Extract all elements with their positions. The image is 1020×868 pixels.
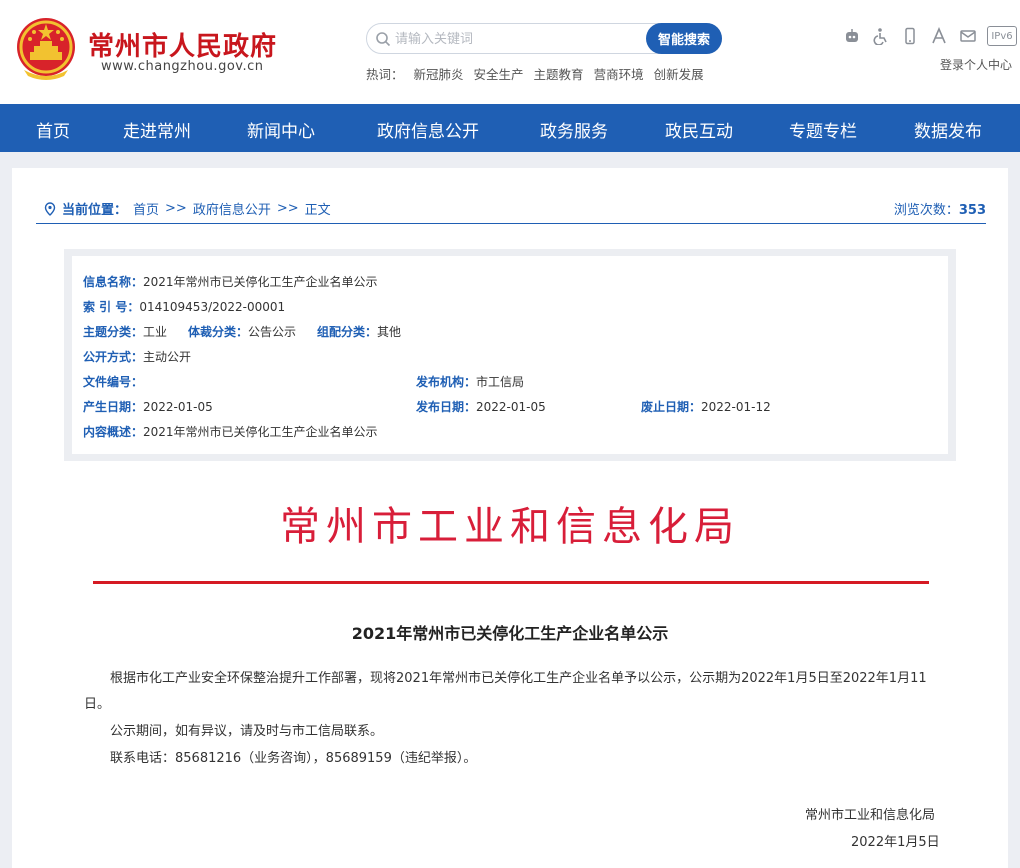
meta-value: 2021年常州市已关停化工生产企业名单公示: [143, 275, 378, 289]
meta-value: 其他: [377, 325, 402, 339]
site-name[interactable]: 常州市人民政府: [88, 26, 277, 63]
meta-label: 产生日期：: [83, 400, 144, 414]
meta-value: 2022-01-05: [476, 400, 546, 414]
meta-label: 体裁分类：: [188, 325, 249, 339]
nav-item-gov-info[interactable]: 政府信息公开: [377, 117, 479, 142]
document-signer: 常州市工业和信息化局: [805, 808, 936, 823]
breadcrumb-separator: >>: [165, 201, 187, 216]
breadcrumb-item-gov-info[interactable]: 政府信息公开: [193, 199, 271, 218]
meta-open-mode: 公开方式：主动公开: [83, 348, 191, 365]
breadcrumb-item-current[interactable]: 正文: [305, 199, 331, 218]
meta-doc-number: 文件编号：: [83, 373, 143, 390]
hot-keywords-label: 热词：: [366, 67, 404, 82]
nav-item-interaction[interactable]: 政民互动: [665, 117, 733, 142]
font-size-icon[interactable]: [929, 26, 949, 46]
meta-value: 2021年常州市已关停化工生产企业名单公示: [143, 425, 378, 439]
header-tools: IPv6: [842, 26, 1017, 46]
meta-label: 文件编号：: [83, 375, 144, 389]
breadcrumb: 当前位置： 首页 >> 政府信息公开 >> 正文: [44, 199, 331, 218]
hot-keyword[interactable]: 创新发展: [654, 64, 704, 83]
accessibility-icon[interactable]: [871, 26, 891, 46]
meta-label: 公开方式：: [83, 350, 144, 364]
national-emblem-icon: [17, 18, 75, 80]
nav-item-home[interactable]: 首页: [36, 117, 70, 142]
masthead-divider: [93, 581, 929, 584]
meta-index-number: 索 引 号：014109453/2022-00001: [83, 298, 285, 315]
meta-value: 市工信局: [476, 375, 525, 389]
meta-value: 工业: [143, 325, 168, 339]
document-paragraph: 根据市化工产业安全环保整治提升工作部署，现将2021年常州市已关停化工生产企业名…: [84, 671, 927, 712]
meta-summary: 内容概述：2021年常州市已关停化工生产企业名单公示: [83, 423, 378, 440]
view-count: 浏览次数：353: [894, 199, 986, 218]
document-paragraph: 联系电话：85681216（业务咨询），85689159（违纪举报）。: [110, 751, 477, 766]
ipv6-badge: IPv6: [987, 26, 1017, 46]
nav-item-services[interactable]: 政务服务: [540, 117, 608, 142]
mail-icon[interactable]: [958, 26, 978, 46]
meta-value: 014109453/2022-00001: [139, 300, 286, 314]
meta-topic: 主题分类：工业: [83, 323, 167, 340]
meta-expire-date: 废止日期：2022-01-12: [641, 398, 771, 415]
meta-label: 发布机构：: [416, 375, 477, 389]
view-count-value: 353: [958, 203, 986, 218]
meta-value: 2022-01-05: [143, 400, 213, 414]
search-box: 智能搜索: [366, 23, 722, 54]
meta-label: 废止日期：: [641, 400, 702, 414]
search-icon: [376, 32, 391, 47]
nav-item-topics[interactable]: 专题专栏: [789, 117, 857, 142]
nav-item-data[interactable]: 数据发布: [914, 117, 982, 142]
document-date: 2022年1月5日: [851, 835, 940, 850]
location-pin-icon: [44, 201, 56, 216]
nav-item-news[interactable]: 新闻中心: [247, 117, 315, 142]
breadcrumb-divider: [36, 223, 986, 224]
breadcrumb-label: 当前位置：: [62, 203, 128, 218]
document-paragraph: 公示期间，如有异议，请及时与市工信局联系。: [110, 724, 384, 739]
meta-value: 公告公示: [248, 325, 297, 339]
hot-keywords: 热词： 新冠肺炎 安全生产 主题教育 营商环境 创新发展: [366, 64, 704, 83]
view-count-label: 浏览次数：: [893, 203, 959, 218]
meta-label: 发布日期：: [416, 400, 477, 414]
meta-genre: 体裁分类：公告公示: [188, 323, 296, 340]
meta-info-name: 信息名称：2021年常州市已关停化工生产企业名单公示: [83, 273, 378, 290]
meta-org-category: 组配分类：其他: [317, 323, 401, 340]
document-masthead: 常州市工业和信息化局: [280, 504, 740, 550]
meta-label: 组配分类：: [317, 325, 378, 339]
mobile-icon[interactable]: [900, 26, 920, 46]
meta-label: 索 引 号：: [83, 300, 140, 314]
document-title: 2021年常州市已关停化工生产企业名单公示: [351, 624, 669, 643]
breadcrumb-separator: >>: [276, 201, 299, 216]
hot-keyword[interactable]: 安全生产: [474, 64, 524, 83]
main-nav: 首页 走进常州 新闻中心 政府信息公开 政务服务 政民互动 专题专栏 数据发布: [0, 104, 1020, 152]
meta-created-date: 产生日期：2022-01-05: [83, 398, 213, 415]
meta-label: 主题分类：: [83, 325, 144, 339]
hot-keyword[interactable]: 新冠肺炎: [414, 64, 464, 83]
site-url: www.changzhou.gov.cn: [101, 59, 264, 74]
smart-search-button[interactable]: 智能搜索: [646, 23, 722, 54]
meta-issuer: 发布机构：市工信局: [416, 373, 524, 390]
meta-value: 主动公开: [143, 350, 192, 364]
meta-value: 2022-01-12: [701, 400, 771, 414]
meta-published-date: 发布日期：2022-01-05: [416, 398, 546, 415]
hot-keyword[interactable]: 主题教育: [534, 64, 584, 83]
hot-keyword[interactable]: 营商环境: [594, 64, 644, 83]
meta-label: 信息名称：: [83, 275, 144, 289]
site-header: 常州市人民政府 www.changzhou.gov.cn 智能搜索 热词： 新冠…: [0, 0, 1020, 104]
search-input[interactable]: [395, 27, 645, 51]
login-link[interactable]: 登录个人中心: [940, 56, 1012, 73]
meta-label: 内容概述：: [83, 425, 144, 439]
breadcrumb-item-home[interactable]: 首页: [133, 199, 159, 218]
nav-item-about[interactable]: 走进常州: [123, 117, 191, 142]
robot-icon[interactable]: [842, 26, 862, 46]
